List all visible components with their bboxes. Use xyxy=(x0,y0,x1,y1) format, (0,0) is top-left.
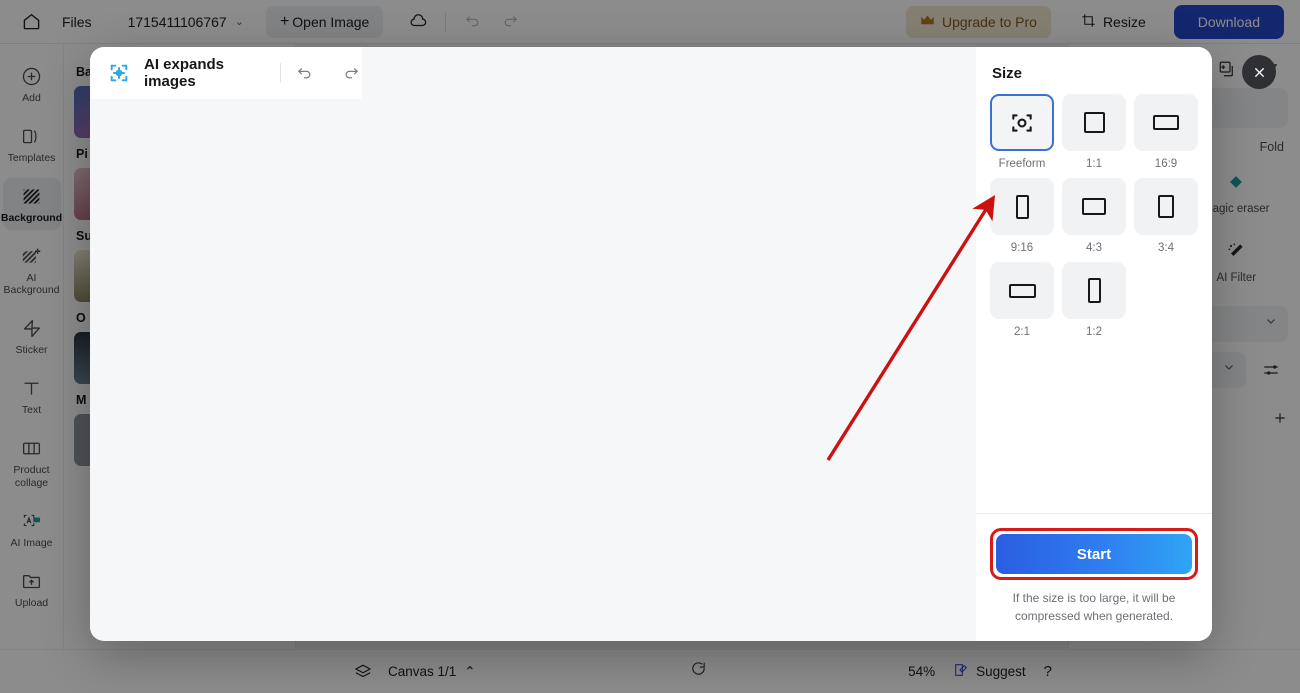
ratio-icon-box xyxy=(1062,178,1126,235)
ratio-label: 1:2 xyxy=(1086,326,1102,338)
size-heading: Size xyxy=(992,65,1023,82)
modal-undo-icon[interactable] xyxy=(294,61,315,85)
ratio-grid: Freeform 1:1 16:9 9:16 4:3 3:4 2:1 1:2 xyxy=(976,94,1212,338)
ratio-option-16-9[interactable]: 16:9 xyxy=(1134,94,1198,170)
ratio-option-1-2[interactable]: 1:2 xyxy=(1062,262,1126,338)
ai-expands-images-modal: AI expands images Size Freeform 1:1 16:9… xyxy=(90,47,1212,641)
ratio-icon-box xyxy=(1134,94,1198,151)
ratio-option-1-1[interactable]: 1:1 xyxy=(1062,94,1126,170)
ratio-icon-box xyxy=(990,178,1054,235)
ratio-grid-empty-cell xyxy=(1134,262,1198,338)
modal-canvas-body[interactable] xyxy=(90,99,976,641)
ratio-label: 2:1 xyxy=(1014,326,1030,338)
ratio-option-3-4[interactable]: 3:4 xyxy=(1134,178,1198,254)
ratio-label: 16:9 xyxy=(1154,158,1178,170)
divider xyxy=(279,63,281,83)
modal-title-bar: AI expands images xyxy=(90,47,362,99)
portrait-shape-icon xyxy=(1158,195,1174,218)
ratio-option-9-16[interactable]: 9:16 xyxy=(990,178,1054,254)
ai-expand-icon xyxy=(108,62,130,85)
ratio-icon-box xyxy=(1062,94,1126,151)
size-panel-footer: Start If the size is too large, it will … xyxy=(976,514,1212,641)
close-icon[interactable] xyxy=(1242,55,1276,89)
ratio-option-freeform[interactable]: Freeform xyxy=(990,94,1054,170)
square-shape-icon xyxy=(1083,112,1105,133)
ratio-icon-box xyxy=(990,94,1054,151)
ratio-label: 4:3 xyxy=(1086,242,1102,254)
size-side-panel: Size Freeform 1:1 16:9 9:16 4:3 3:4 2:1 … xyxy=(976,47,1212,641)
tall-shape-icon xyxy=(1015,194,1029,219)
ratio-icon-box xyxy=(990,262,1054,319)
start-button-highlight: Start xyxy=(990,528,1198,581)
landscape-shape-icon xyxy=(1082,198,1106,215)
start-note: If the size is too large, it will be com… xyxy=(1012,591,1176,623)
ratio-label: 9:16 xyxy=(1010,242,1034,254)
modal-title: AI expands images xyxy=(144,56,225,90)
modal-redo-icon[interactable] xyxy=(341,61,362,85)
tall-shape-icon xyxy=(1087,278,1101,303)
wide-shape-icon xyxy=(1153,115,1179,130)
ratio-icon-box xyxy=(1062,262,1126,319)
start-button[interactable]: Start xyxy=(996,534,1192,575)
ratio-label: 1:1 xyxy=(1086,158,1102,170)
ratio-icon-box xyxy=(1134,178,1198,235)
ratio-label: Freeform xyxy=(998,158,1046,170)
ratio-label: 3:4 xyxy=(1158,242,1174,254)
ratio-option-2-1[interactable]: 2:1 xyxy=(990,262,1054,338)
ratio-option-4-3[interactable]: 4:3 xyxy=(1062,178,1126,254)
wide-shape-icon xyxy=(1008,283,1036,298)
